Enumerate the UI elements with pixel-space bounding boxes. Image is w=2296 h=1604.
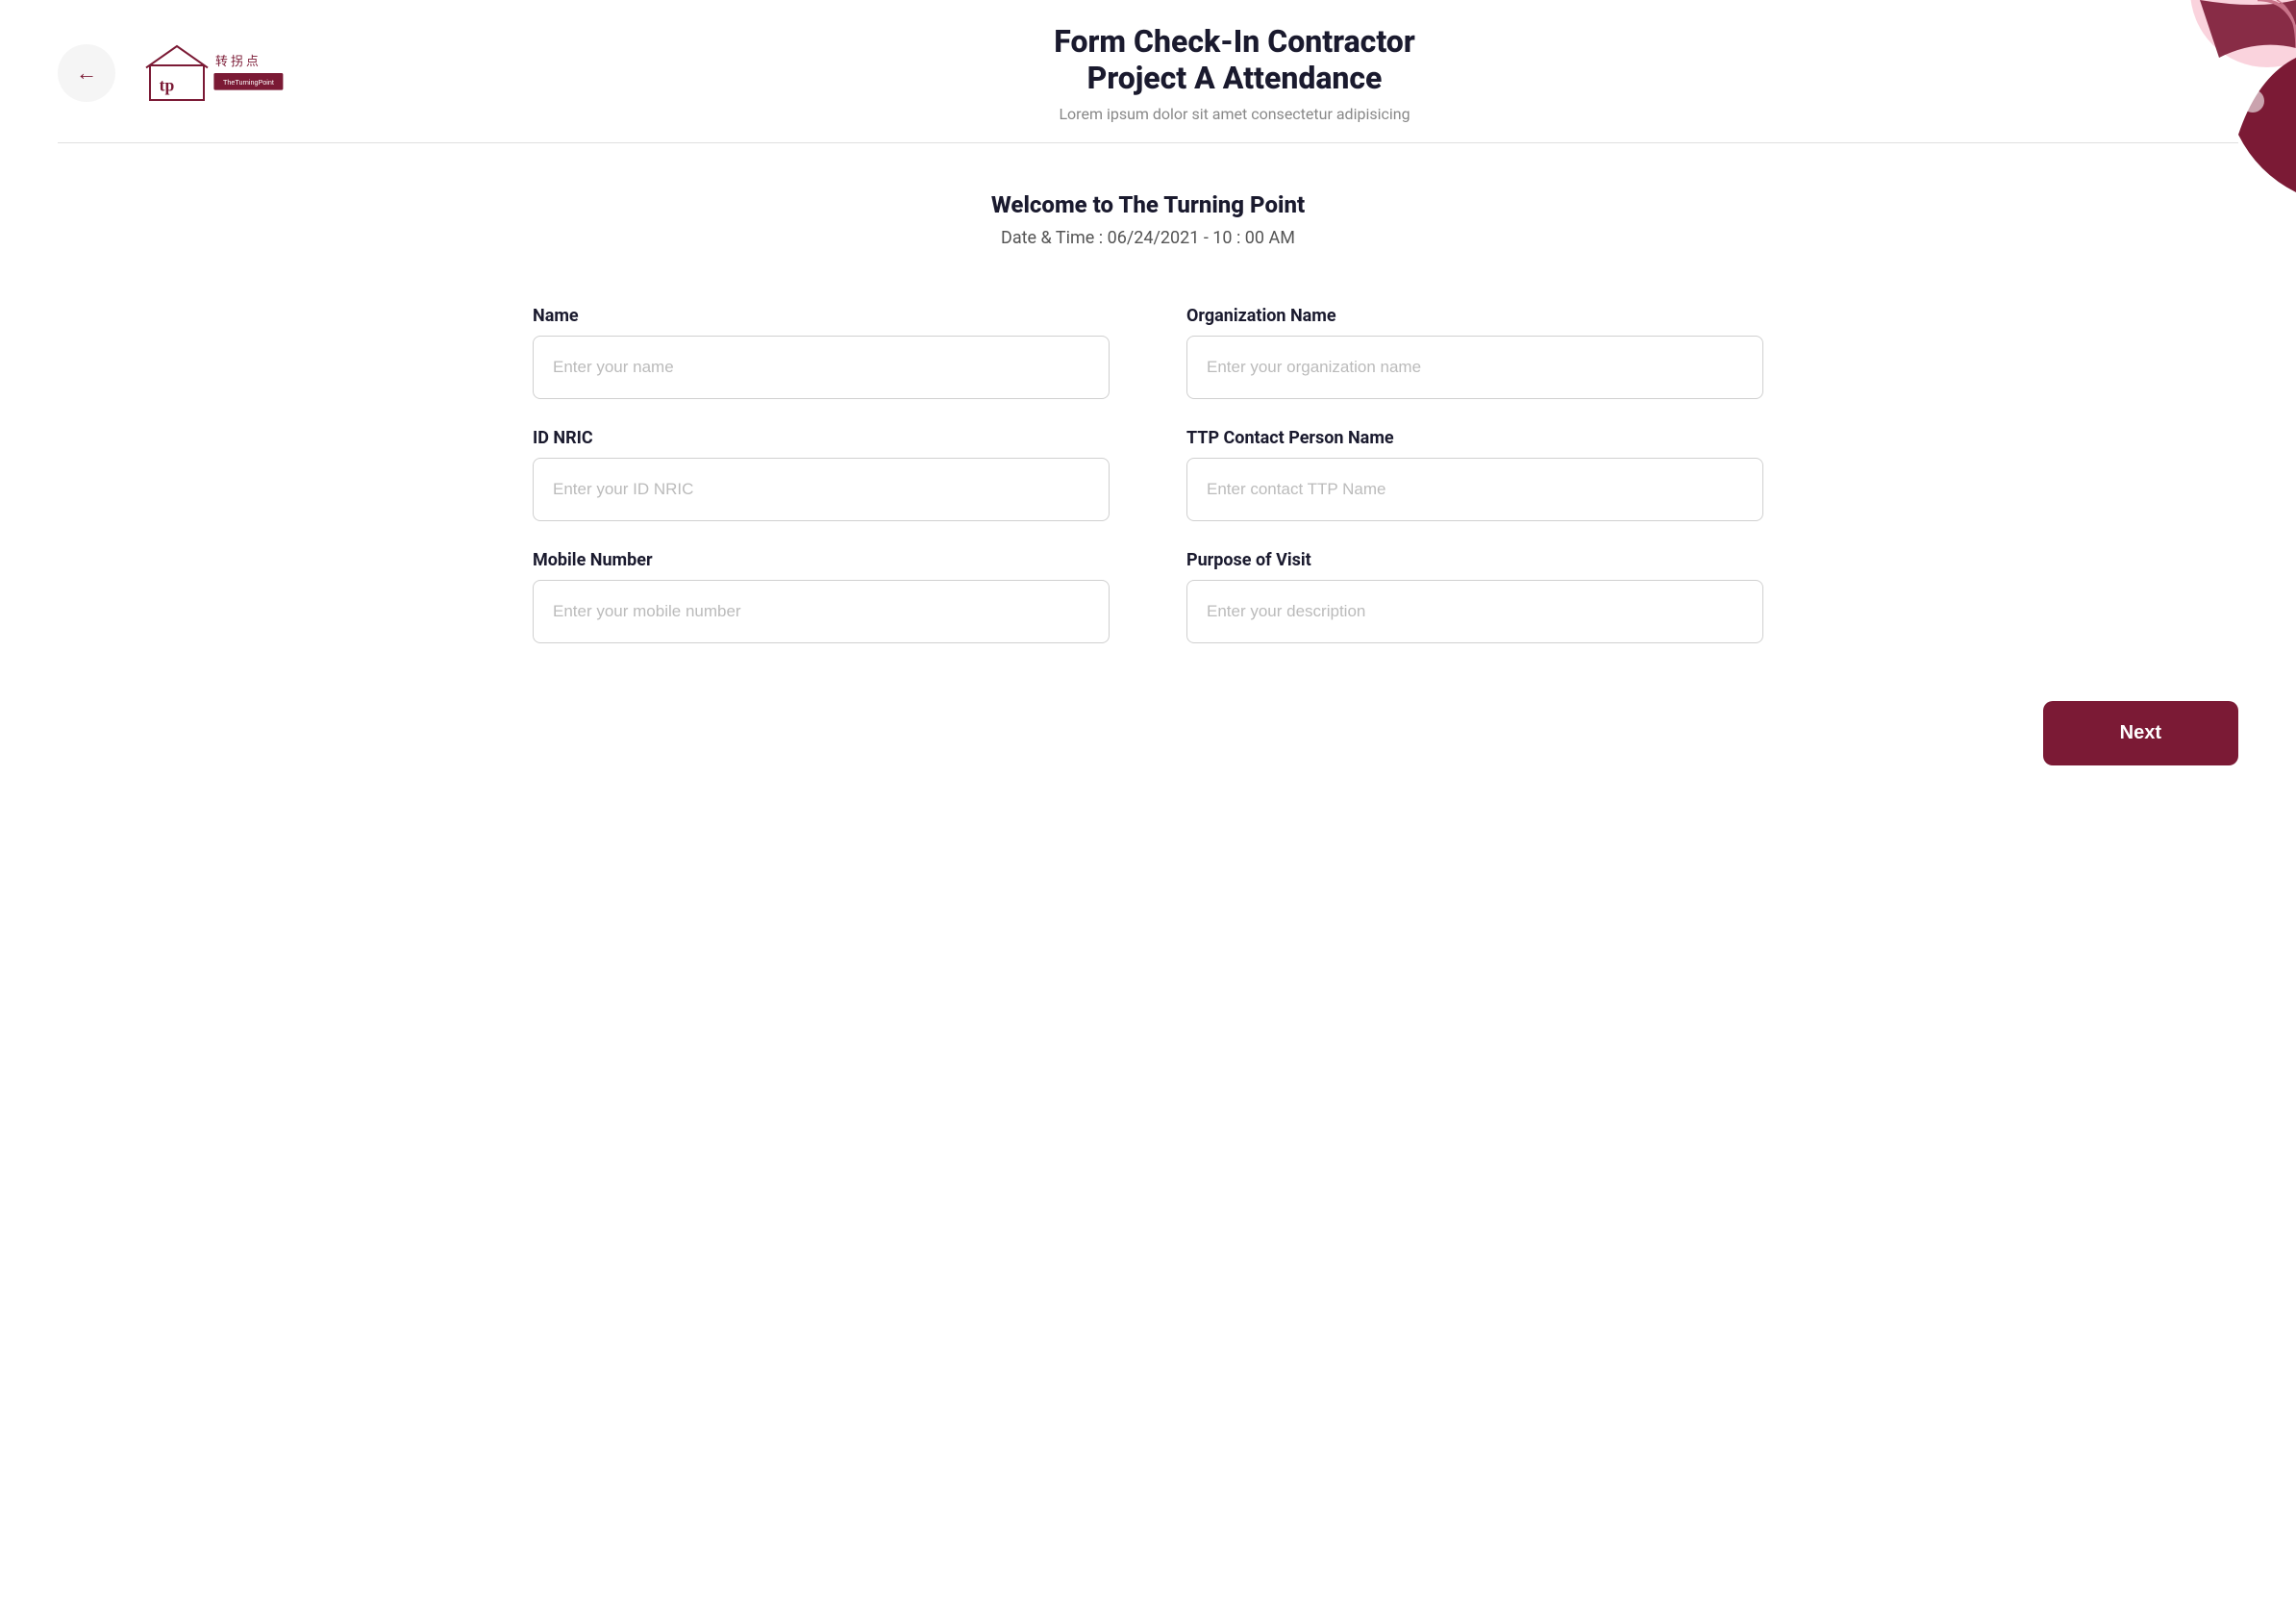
org-name-input[interactable] [1186, 336, 1763, 399]
svg-text:tp: tp [160, 75, 175, 94]
form-grid: Name Organization Name ID NRIC TTP Conta… [533, 306, 1763, 643]
id-nric-field-group: ID NRIC [533, 428, 1110, 521]
button-area: Next [0, 682, 2296, 823]
purpose-field-group: Purpose of Visit [1186, 550, 1763, 643]
mobile-field-group: Mobile Number [533, 550, 1110, 643]
ttp-contact-label: TTP Contact Person Name [1186, 428, 1763, 448]
org-name-field-group: Organization Name [1186, 306, 1763, 399]
purpose-input[interactable] [1186, 580, 1763, 643]
back-arrow-icon: ← [76, 61, 97, 86]
id-nric-label: ID NRIC [533, 428, 1110, 448]
header: ← tp 转 拐 点 TheTurningPoint Form Check-In… [0, 0, 2296, 142]
back-button[interactable]: ← [58, 44, 115, 102]
mobile-label: Mobile Number [533, 550, 1110, 570]
ttp-contact-field-group: TTP Contact Person Name [1186, 428, 1763, 521]
form-title: Form Check-In Contractor Project A Atten… [288, 23, 2181, 97]
ttp-contact-input[interactable] [1186, 458, 1763, 521]
org-name-label: Organization Name [1186, 306, 1763, 326]
next-button[interactable]: Next [2043, 701, 2238, 765]
welcome-datetime: Date & Time : 06/24/2021 - 10 : 00 AM [58, 228, 2238, 248]
svg-text:转 拐 点: 转 拐 点 [215, 55, 259, 68]
form-subtitle: Lorem ipsum dolor sit amet consectetur a… [288, 105, 2181, 123]
mobile-input[interactable] [533, 580, 1110, 643]
name-label: Name [533, 306, 1110, 326]
id-nric-input[interactable] [533, 458, 1110, 521]
form-container: Name Organization Name ID NRIC TTP Conta… [475, 277, 1821, 682]
welcome-section: Welcome to The Turning Point Date & Time… [0, 143, 2296, 277]
purpose-label: Purpose of Visit [1186, 550, 1763, 570]
header-title-area: Form Check-In Contractor Project A Atten… [288, 23, 2238, 123]
svg-text:TheTurningPoint: TheTurningPoint [223, 78, 274, 87]
welcome-title: Welcome to The Turning Point [58, 191, 2238, 218]
name-field-group: Name [533, 306, 1110, 399]
logo-area: tp 转 拐 点 TheTurningPoint [135, 35, 288, 112]
name-input[interactable] [533, 336, 1110, 399]
logo-icon: tp 转 拐 点 TheTurningPoint [135, 35, 288, 112]
